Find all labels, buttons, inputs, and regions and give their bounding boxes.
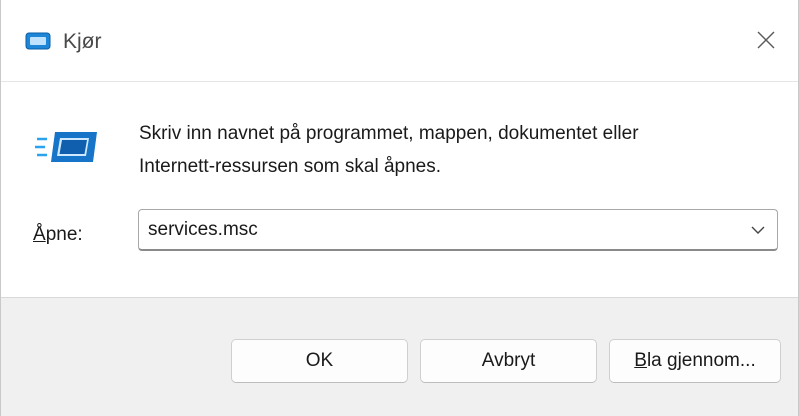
window-title: Kjør: [63, 30, 102, 53]
run-dialog: Kjør Skriv inn navnet på programmet, map…: [0, 0, 799, 416]
button-bar: OK Avbryt Bla gjennom...: [1, 297, 798, 416]
browse-accelerator: B: [634, 350, 647, 371]
dropdown-button[interactable]: [749, 221, 767, 239]
browse-label: la gjennom...: [646, 350, 756, 371]
open-combobox[interactable]: [138, 209, 778, 251]
open-label: Åpne:: [33, 224, 83, 246]
open-input[interactable]: [139, 211, 729, 248]
open-label-text: pne:: [45, 224, 83, 245]
close-icon: [757, 31, 775, 49]
browse-button[interactable]: Bla gjennom...: [609, 339, 781, 383]
title-bar: Kjør: [1, 0, 798, 82]
ok-button[interactable]: OK: [231, 339, 408, 383]
close-button[interactable]: [746, 20, 786, 60]
description-line-1: Skriv inn navnet på programmet, mappen, …: [139, 123, 639, 144]
description-line-2: Internett-ressursen som skal åpnes.: [139, 156, 442, 177]
run-dialog-icon: [25, 32, 51, 50]
chevron-down-icon: [751, 226, 765, 234]
dialog-content: Skriv inn navnet på programmet, mappen, …: [1, 83, 798, 297]
run-dialog-icon: [35, 132, 97, 162]
cancel-button[interactable]: Avbryt: [420, 339, 597, 383]
open-label-accelerator: Å: [33, 224, 46, 245]
description: Skriv inn navnet på programmet, mappen, …: [139, 117, 789, 183]
